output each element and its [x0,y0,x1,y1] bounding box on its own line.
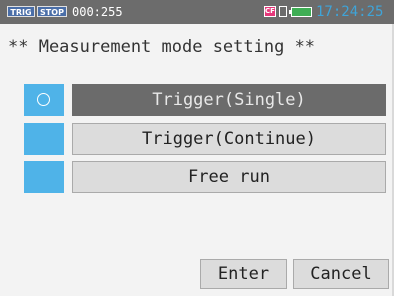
page-title: ** Measurement mode setting ** [8,37,316,57]
option-free-run-button[interactable]: Free run [72,161,386,193]
option-row-trigger-continue: Trigger(Continue) [24,123,386,155]
option-trigger-continue-button[interactable]: Trigger(Continue) [72,123,386,155]
radio-trigger-continue[interactable] [24,123,64,155]
measurement-mode-screen: TRIG STOP 000:255 CF 17:24:25 ** Measure… [0,0,394,296]
stop-badge: STOP [37,6,67,17]
status-bar: TRIG STOP 000:255 CF 17:24:25 [0,0,394,24]
card-slot-icon [279,6,287,17]
option-row-free-run: Free run [24,161,386,193]
radio-free-run[interactable] [24,161,64,193]
trigger-badge: TRIG [7,6,35,17]
radio-selected-circle-icon [37,93,50,106]
counter-readout: 000:255 [72,5,123,19]
cf-card-icon: CF [264,6,276,17]
battery-icon [289,7,312,17]
option-trigger-single-button[interactable]: Trigger(Single) [72,84,386,116]
radio-trigger-single[interactable] [24,84,64,116]
enter-button[interactable]: Enter [200,259,287,289]
option-row-trigger-single: Trigger(Single) [24,84,386,116]
cancel-button[interactable]: Cancel [293,259,389,289]
clock: 17:24:25 [316,4,384,20]
